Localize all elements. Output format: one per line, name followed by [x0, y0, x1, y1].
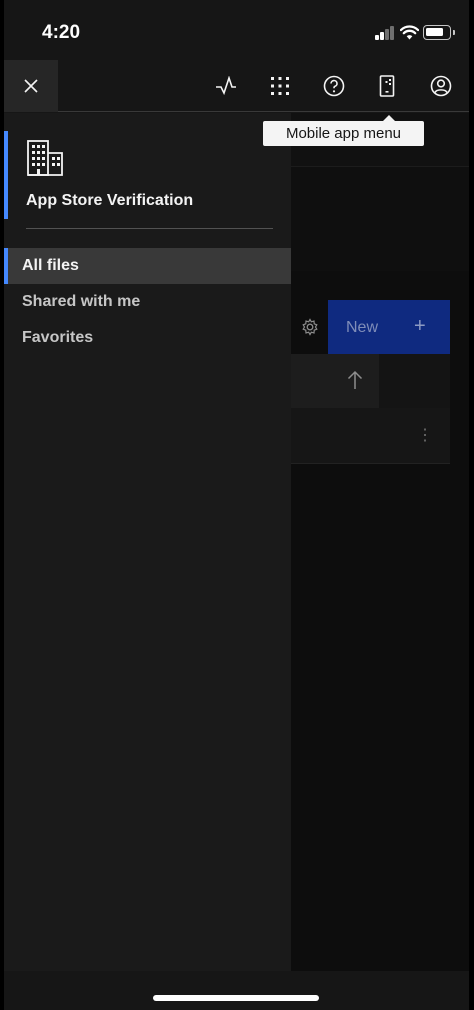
status-bar: 4:20: [4, 0, 469, 60]
app-screen: 4:20 Mobile app menu New + ⋮ App Store V…: [0, 0, 474, 1010]
divider: [26, 228, 273, 229]
main-content: New + ⋮: [291, 113, 469, 971]
home-indicator[interactable]: [153, 995, 319, 1001]
account-name[interactable]: App Store Verification: [26, 192, 193, 210]
new-button[interactable]: New +: [328, 300, 450, 354]
user-profile-button[interactable]: [428, 73, 454, 99]
building-icon: [27, 140, 63, 176]
mobile-app-menu-icon: [379, 75, 395, 97]
content-toolbar-area: [291, 166, 469, 271]
side-panel: App Store Verification All files Shared …: [4, 113, 291, 971]
gear-icon: [301, 318, 318, 336]
device-frame-right: [469, 0, 474, 1010]
empty-cell: [379, 354, 450, 408]
table-row[interactable]: ⋮: [291, 408, 450, 464]
user-avatar-icon: [430, 75, 452, 97]
upload-cell: [291, 354, 379, 408]
account-accent-bar: [4, 131, 8, 219]
activity-icon: [216, 76, 236, 96]
nav-item-shared-with-me[interactable]: Shared with me: [4, 284, 291, 320]
settings-button[interactable]: [291, 300, 328, 354]
activity-button[interactable]: [213, 73, 239, 99]
cellular-signal-icon: [375, 26, 395, 40]
status-time: 4:20: [42, 22, 81, 43]
app-switcher-button[interactable]: [267, 73, 293, 99]
device-frame-left: [0, 0, 4, 1010]
nav-item-favorites[interactable]: Favorites: [4, 320, 291, 356]
app-switcher-icon: [271, 77, 289, 95]
wifi-icon: [400, 25, 419, 40]
plus-icon: +: [414, 315, 426, 337]
overflow-menu-icon[interactable]: ⋮: [417, 425, 433, 445]
new-button-label: New: [346, 319, 379, 336]
battery-icon: [423, 25, 455, 40]
top-header: [4, 60, 469, 112]
help-button[interactable]: [321, 73, 347, 99]
mobile-app-menu-button[interactable]: [374, 73, 400, 99]
nav-item-all-files[interactable]: All files: [4, 248, 291, 284]
bottom-safe-area: [4, 971, 469, 1010]
tooltip: Mobile app menu: [263, 115, 424, 146]
help-icon: [323, 75, 345, 97]
close-button[interactable]: [4, 60, 58, 112]
arrow-up-icon[interactable]: [347, 370, 363, 390]
upload-row: [291, 354, 450, 408]
close-icon: [24, 79, 38, 93]
